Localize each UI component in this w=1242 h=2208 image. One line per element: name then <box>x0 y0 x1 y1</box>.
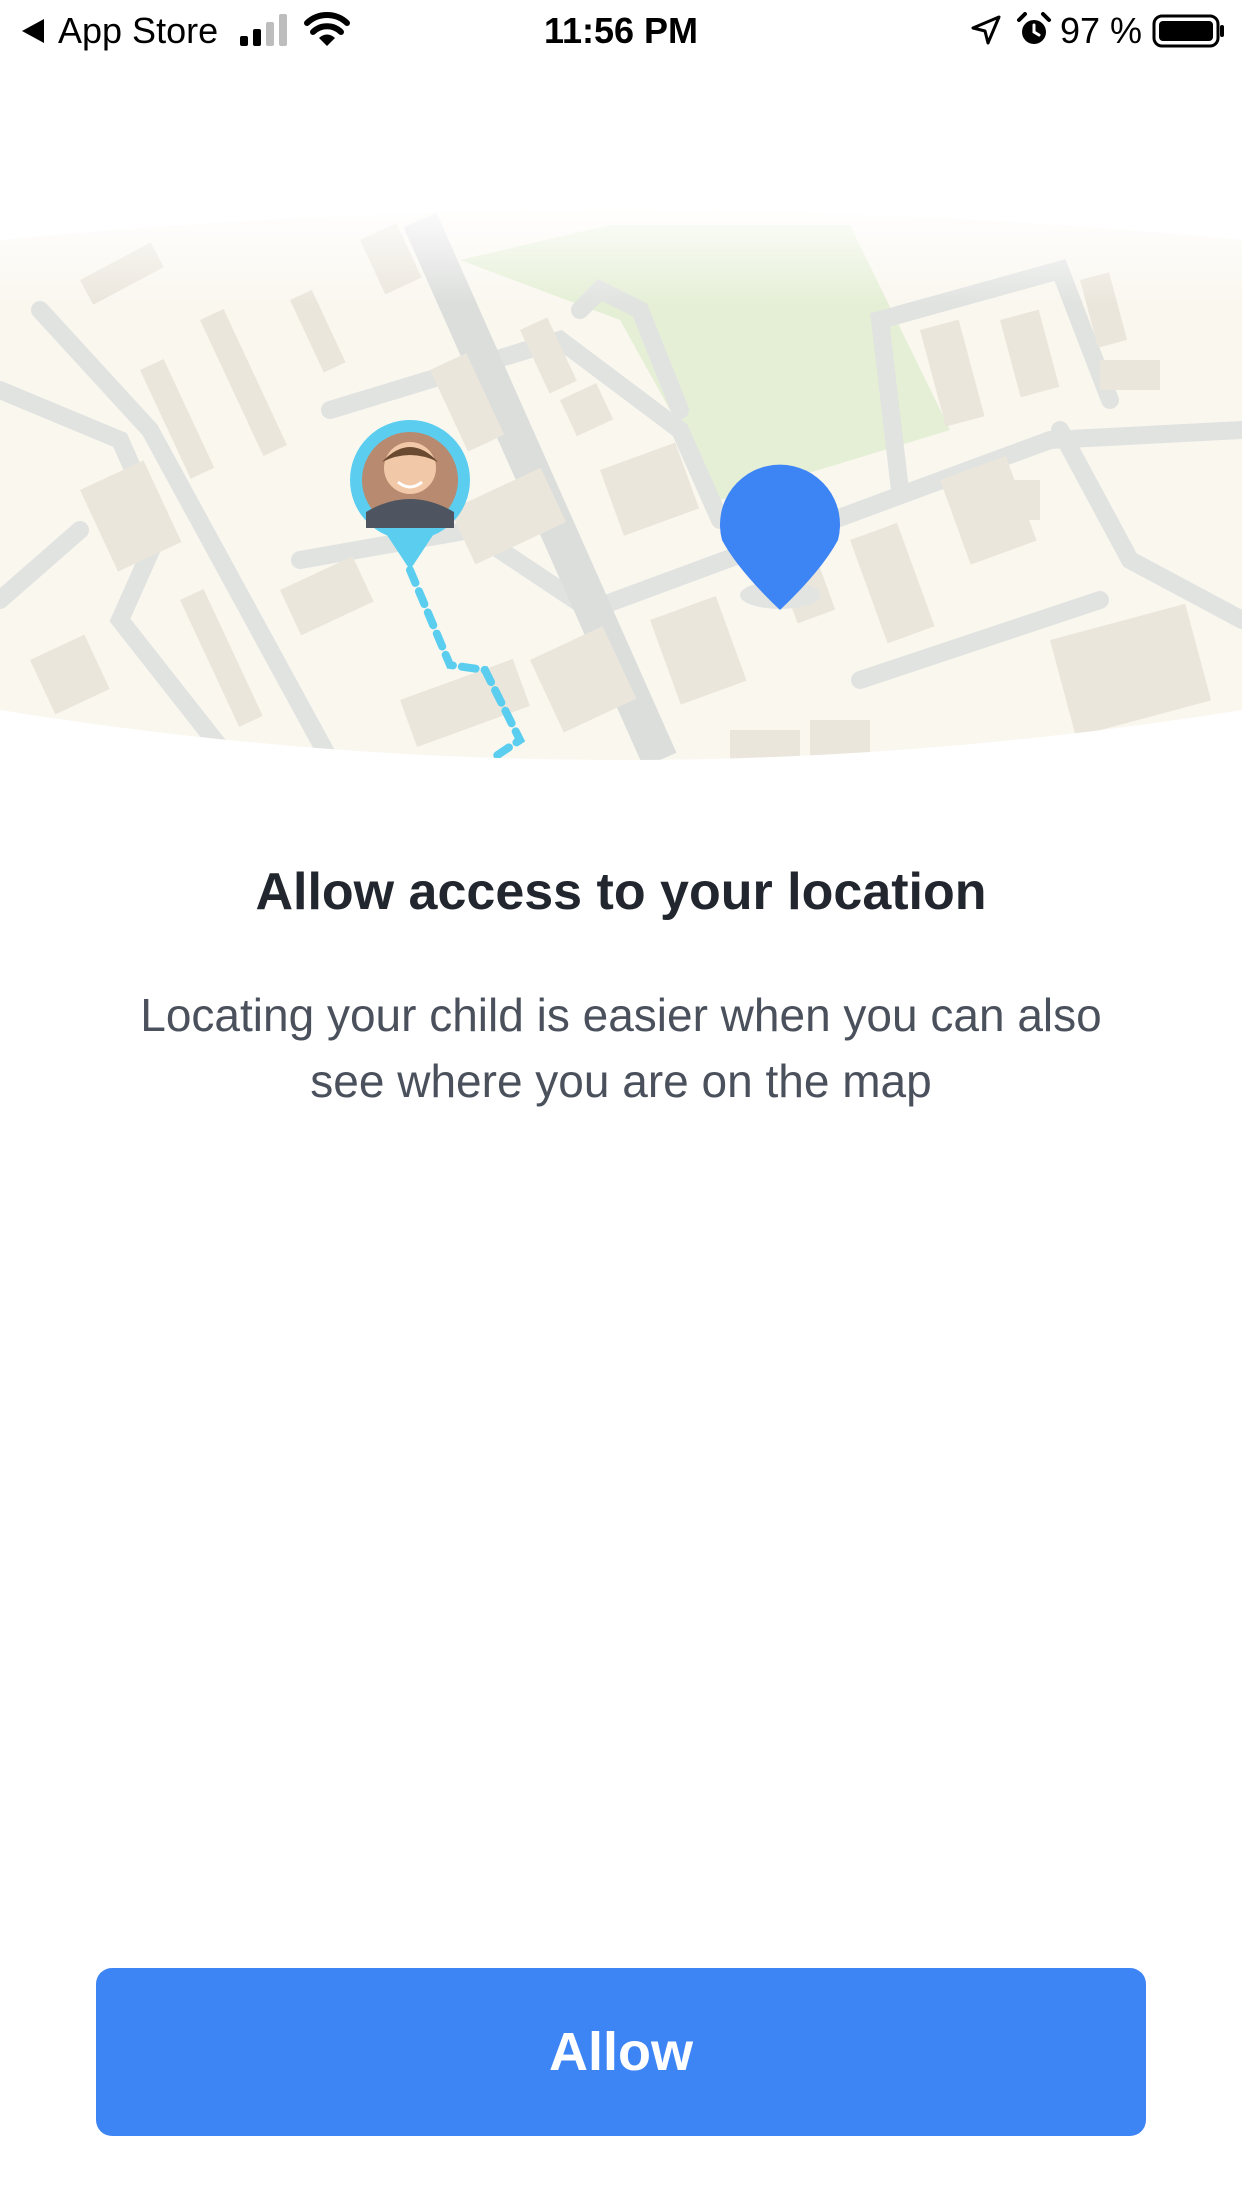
page-title: Allow access to your location <box>255 863 987 921</box>
map-illustration <box>0 200 1242 780</box>
status-time: 11:56 PM <box>543 10 699 51</box>
location-permission-screen: App Store 11:56 PM 97 % Allow access to … <box>0 0 1242 2208</box>
alarm-icon <box>1017 12 1051 44</box>
permission-description: Locating your child is easier when you c… <box>140 989 1102 1107</box>
battery-icon <box>1152 14 1224 48</box>
battery-percentage: 97 % <box>1060 10 1143 51</box>
allow-button[interactable]: Allow <box>96 1968 1146 2136</box>
location-arrow-icon <box>971 15 1001 45</box>
status-bar: App Store 11:56 PM 97 % <box>0 0 1242 62</box>
